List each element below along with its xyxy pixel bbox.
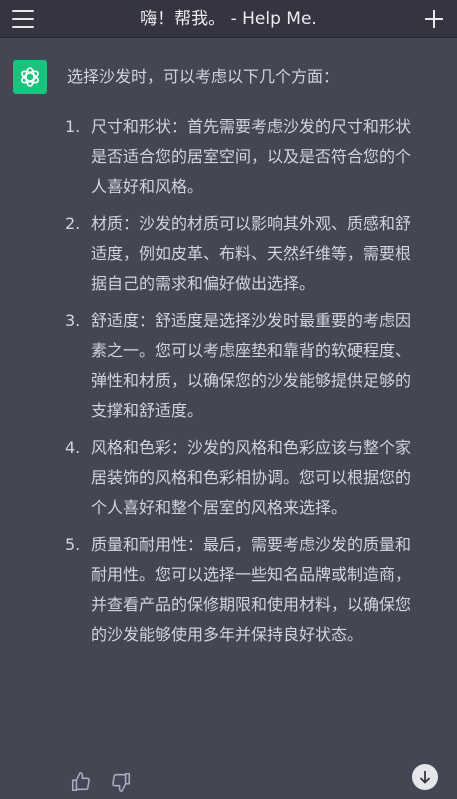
- list-item: 4. 风格和色彩：沙发的风格和色彩应该与整个家居装饰的风格和色彩相协调。您可以根…: [60, 433, 440, 523]
- list-item-text: 质量和耐用性：最后，需要考虑沙发的质量和耐用性。您可以选择一些知名品牌或制造商，…: [91, 535, 412, 644]
- assistant-avatar: [13, 60, 47, 94]
- thumbs-up-icon: [71, 772, 90, 792]
- list-item-text: 风格和色彩：沙发的风格和色彩应该与整个家居装饰的风格和色彩相协调。您可以根据您的…: [91, 438, 412, 517]
- top-bar: 嗨！帮我。 - Help Me.: [0, 0, 457, 38]
- list-item-number: 2.: [65, 214, 81, 233]
- new-chat-button[interactable]: [419, 4, 449, 34]
- message-intro: 选择沙发时，可以考虑以下几个方面：: [67, 67, 340, 86]
- thumbs-up-button[interactable]: [70, 771, 94, 795]
- plus-icon: [425, 10, 443, 28]
- thumbs-down-button[interactable]: [110, 771, 134, 795]
- list-item-number: 5.: [65, 535, 81, 554]
- list-item: 2. 材质：沙发的材质可以影响其外观、质感和舒适度，例如皮革、布料、天然纤维等，…: [60, 209, 440, 299]
- answer-list: 1. 尺寸和形状：首先需要考虑沙发的尺寸和形状是否适合您的居室空间，以及是否符合…: [60, 112, 440, 657]
- list-item-text: 材质：沙发的材质可以影响其外观、质感和舒适度，例如皮革、布料、天然纤维等，需要根…: [91, 214, 412, 293]
- hamburger-menu-icon[interactable]: [8, 5, 38, 33]
- list-item: 1. 尺寸和形状：首先需要考虑沙发的尺寸和形状是否适合您的居室空间，以及是否符合…: [60, 112, 440, 202]
- list-item: 3. 舒适度：舒适度是选择沙发时最重要的考虑因素之一。您可以考虑座垫和靠背的软硬…: [60, 306, 440, 426]
- scroll-down-button[interactable]: [412, 764, 438, 790]
- list-item-text: 尺寸和形状：首先需要考虑沙发的尺寸和形状是否适合您的居室空间，以及是否符合您的个…: [91, 117, 412, 196]
- list-item: 5. 质量和耐用性：最后，需要考虑沙发的质量和耐用性。您可以选择一些知名品牌或制…: [60, 530, 440, 650]
- openai-logo-icon: [21, 67, 39, 87]
- list-item-text: 舒适度：舒适度是选择沙发时最重要的考虑因素之一。您可以考虑座垫和靠背的软硬程度、…: [91, 311, 412, 420]
- list-item-number: 1.: [65, 117, 81, 136]
- arrow-down-icon: [419, 771, 431, 784]
- list-item-number: 3.: [65, 311, 81, 330]
- thumbs-down-icon: [112, 772, 131, 792]
- conversation-title: 嗨！帮我。 - Help Me.: [140, 9, 317, 29]
- list-item-number: 4.: [65, 438, 81, 457]
